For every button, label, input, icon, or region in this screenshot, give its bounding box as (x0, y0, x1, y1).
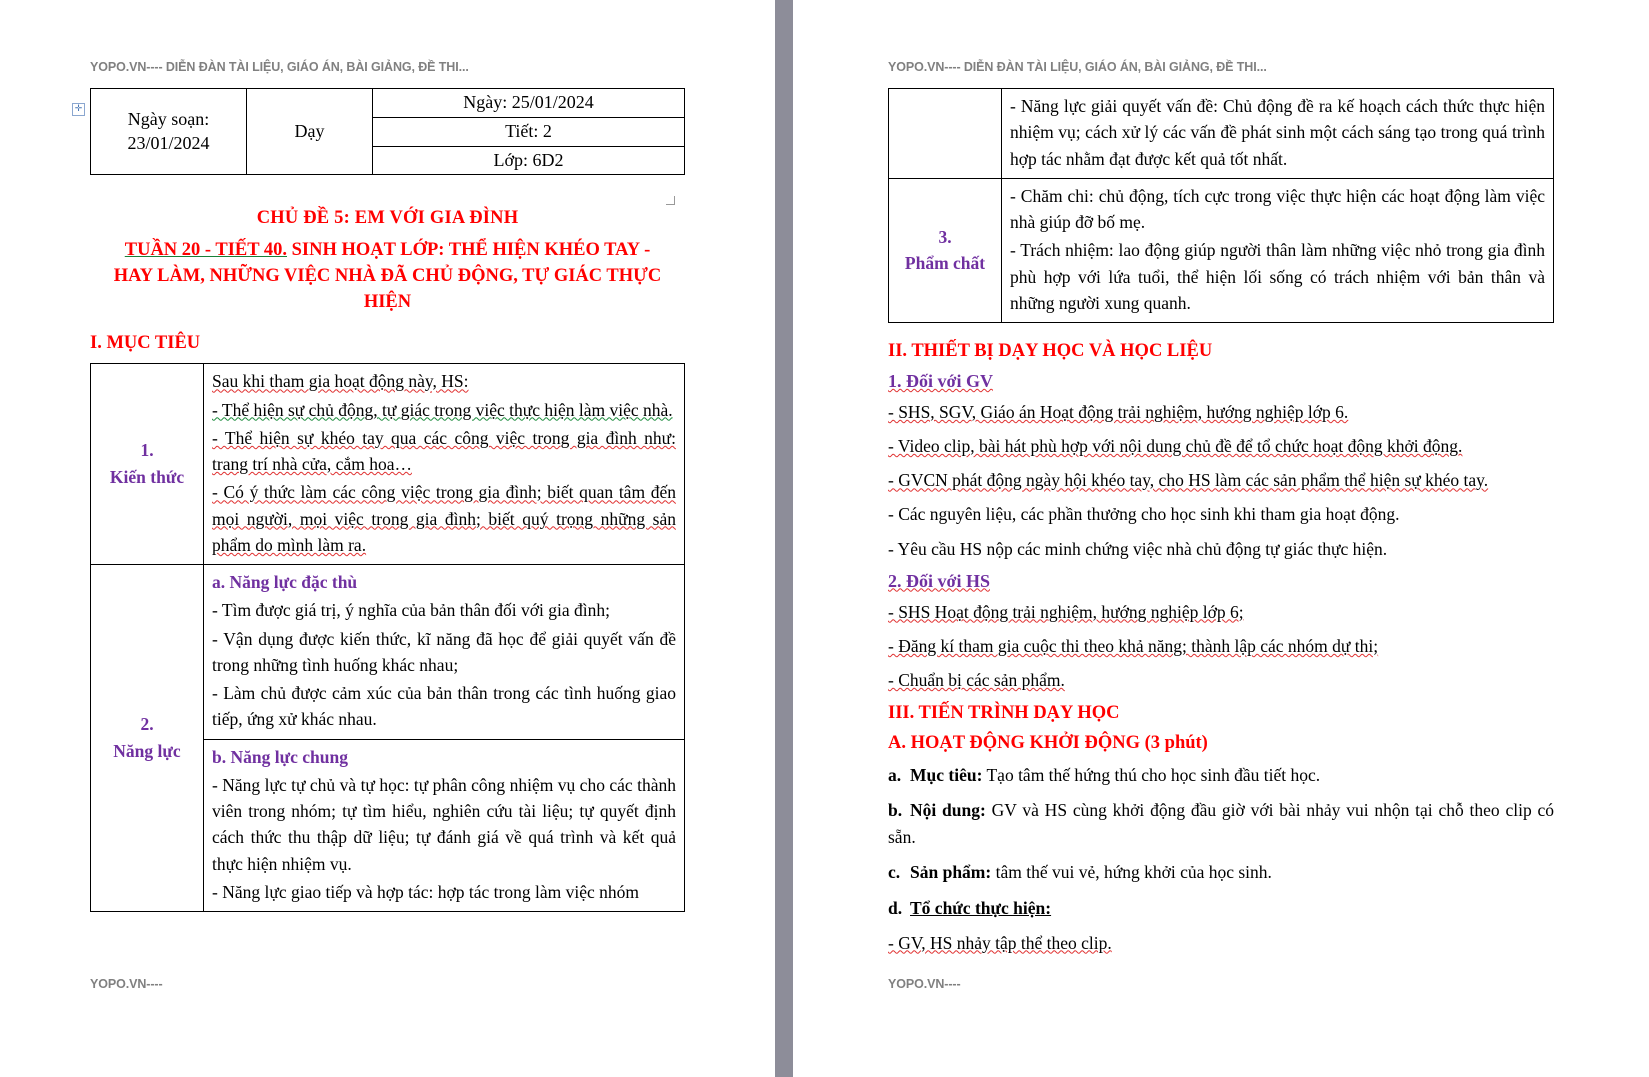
abc-lead-c: Sản phẩm: (910, 862, 992, 883)
subsection-heading-doi-voi-gv: 1. Đối với GV (888, 371, 993, 391)
abc-lead-a: Mục tiêu: (910, 765, 983, 785)
abc-marker-c: c. (888, 862, 901, 883)
cell-ngay-soan: Ngày soạn: 23/01/2024 (90, 87, 247, 176)
section-heading-ii: II. THIẾT BỊ DẠY HỌC VÀ HỌC LIỆU (888, 341, 1213, 361)
table-move-handle-icon[interactable] (72, 103, 85, 116)
abc-text-b: GV và HS cùng khởi động đầu giờ với bài … (888, 800, 1554, 848)
document-viewport: YOPO.VN---- DIỄN ĐÀN TÀI LIỆU, GIÁO ÁN, … (0, 0, 1649, 1077)
abc-marker-a: a. (888, 765, 902, 785)
nang-luc-a-item-0: - Tìm được giá trị, ý nghĩa của bản thân… (212, 600, 611, 621)
cell-row1-label: 1. Kiến thức (90, 363, 204, 566)
section-heading-i: I. MỤC TIÊU (90, 333, 201, 354)
table-row: - Năng lực giải quyết vấn đề: Chủ động đ… (888, 88, 1554, 179)
gv-item-2: - GVCN phát động ngày hội khéo tay, cho … (888, 470, 1489, 491)
final-line: - GV, HS nhảy tập thể theo clip. (888, 932, 1112, 953)
nang-luc-b-item-1: - Năng lực giao tiếp và hợp tác: hợp tác… (212, 881, 639, 902)
abc-marker-b: b. (888, 800, 903, 821)
ngay-soan-label: Ngày soạn: (127, 108, 210, 129)
abc-lead-b: Nội dung: (910, 800, 986, 821)
nang-luc-b-item-0: - Năng lực tự chủ và tự học: tự phân côn… (212, 774, 676, 874)
abc-text-c: tâm thế vui vẻ, hứng khởi của học sinh. (991, 862, 1272, 883)
table-row: 3. Phẩm chất - Chăm chi: chủ động, tích … (888, 177, 1554, 324)
phamchat-item-1: - Trách nhiệm: lao động giúp người thân … (1010, 240, 1545, 313)
document-page-right: YOPO.VN---- DIỄN ĐÀN TÀI LIỆU, GIÁO ÁN, … (793, 0, 1649, 1077)
table-row: 2. Năng lực a. Năng lực đặc thù - Tìm đư… (90, 564, 685, 913)
lesson-subtitle-line1: TUẦN 20 - TIẾT 40. SINH HOẠT LỚP: THỂ HI… (90, 237, 685, 263)
page-header-watermark: YOPO.VN---- DIỄN ĐÀN TÀI LIỆU, GIÁO ÁN, … (888, 60, 1267, 74)
cell-nang-luc-chung: b. Năng lực chung - Năng lực tự chủ và t… (203, 738, 685, 913)
abc-text-a: Tạo tâm thế hứng thú cho học sinh đầu ti… (982, 765, 1321, 785)
cell-ngay-day: Ngày: 25/01/2024 (372, 88, 685, 118)
row2-number: 2. (140, 713, 154, 734)
lesson-subtitle-rest: SINH HOẠT LỚP: THỂ HIỆN KHÉO TAY - (287, 239, 651, 260)
row1-label: Kiến thức (109, 467, 185, 488)
objectives-table: 1. Kiến thức Sau khi tham gia hoạt động … (90, 363, 685, 913)
gv-item-3: - Các nguyên liệu, các phần thưởng cho h… (888, 504, 1400, 525)
phamchat-number: 3. (938, 227, 952, 248)
subsection-heading-doi-voi-hs: 2. Đối với HS (888, 570, 990, 591)
table-row: Ngày soạn: 23/01/2024 Dạy Ngày: 25/01/20… (90, 87, 685, 176)
kien-thuc-line-3: - Có ý thức làm các công việc trong gia … (212, 482, 676, 555)
gv-item-1: - Video clip, bài hát phù hợp với nội du… (888, 436, 1463, 457)
lesson-subtitle-line2: HAY LÀM, NHỮNG VIỆC NHÀ ĐÃ CHỦ ĐỘNG, TỰ … (113, 265, 662, 313)
abc-lead-d: Tổ chức thực hiện: (910, 897, 1052, 918)
cell-nang-luc-dac-thu: a. Năng lực đặc thù - Tìm được giá trị, … (203, 564, 685, 740)
page-footer-watermark: YOPO.VN---- (888, 977, 961, 991)
lesson-title-block: CHỦ ĐỀ 5: EM VỚI GIA ĐÌNH TUẦN 20 - TIẾT… (90, 205, 685, 315)
hs-item-1: - Đăng kí tham gia cuộc thi theo khả năn… (888, 635, 1379, 656)
page-footer-watermark: YOPO.VN---- (90, 977, 163, 991)
table-resize-handle-icon[interactable] (666, 196, 675, 205)
cell-day-label: Dạy (246, 87, 373, 176)
lesson-info-table: Ngày soạn: 23/01/2024 Dạy Ngày: 25/01/20… (90, 87, 685, 176)
nang-luc-giai-quyet-van-de: - Năng lực giải quyết vấn đề: Chủ động đ… (1010, 96, 1545, 169)
nang-luc-a-item-2: - Làm chủ được cảm xúc của bản thân tron… (212, 683, 676, 730)
cell-row2-label: 2. Năng lực (90, 564, 204, 913)
sub-heading-a: a. Năng lực đặc thù (212, 572, 358, 593)
kien-thuc-line-2: - Thể hiện sự khéo tay qua các công việc… (212, 427, 676, 475)
phamchat-item-0: - Chăm chi: chủ động, tích cực trong việ… (1010, 185, 1545, 232)
row1-number: 1. (140, 440, 154, 461)
lesson-week-tiet: TUẦN 20 - TIẾT 40. (124, 239, 288, 260)
gv-item-4: - Yêu cầu HS nộp các minh chứng việc nhà… (888, 538, 1388, 559)
sub-heading-b: b. Năng lực chung (212, 746, 348, 767)
phamchat-label: Phẩm chất (904, 253, 986, 274)
document-page-left: YOPO.VN---- DIỄN ĐÀN TÀI LIỆU, GIÁO ÁN, … (0, 0, 775, 1077)
gv-item-0: - SHS, SGV, Giáo án Hoạt động trải nghiệ… (888, 402, 1349, 422)
abc-item-d: d. Tổ chức thực hiện: (888, 895, 1554, 922)
abc-item-a: a. Mục tiêu: Tạo tâm thế hứng thú cho học… (888, 762, 1554, 789)
nang-luc-a-item-1: - Vận dụng được kiến thức, kĩ năng đã họ… (212, 628, 676, 675)
row2-label: Năng lực (113, 741, 181, 762)
ngay-soan-value: 23/01/2024 (127, 132, 210, 153)
cell-lop: Lớp: 6D2 (372, 145, 685, 176)
section-heading-iii: III. TIẾN TRÌNH DẠY HỌC (888, 703, 1120, 723)
abc-item-b: b. Nội dung: GV và HS cùng khởi động đầu … (888, 797, 1554, 851)
hs-item-0: - SHS Hoạt động trải nghiệm, hướng nghiệ… (888, 601, 1244, 622)
cell-phamchat-content: - Chăm chi: chủ động, tích cực trong việ… (1001, 177, 1554, 324)
cell-tiet: Tiết: 2 (372, 116, 685, 147)
phamchat-table: - Năng lực giải quyết vấn đề: Chủ động đ… (888, 88, 1554, 324)
section-heading-a: A. HOẠT ĐỘNG KHỞI ĐỘNG (3 phút) (888, 733, 1208, 753)
cell-continued-content: - Năng lực giải quyết vấn đề: Chủ động đ… (1001, 88, 1554, 179)
hs-item-2: - Chuẩn bị các sản phẩm. (888, 669, 1065, 690)
kien-thuc-line-0: Sau khi tham gia hoạt động này, HS: (212, 371, 469, 392)
cell-continued-label (888, 88, 1002, 179)
kien-thuc-line-1: - Thể hiện sự chủ động, tự giác trong vi… (212, 399, 673, 420)
cell-row1-content: Sau khi tham gia hoạt động này, HS: - Th… (203, 363, 685, 566)
table-row: 1. Kiến thức Sau khi tham gia hoạt động … (90, 363, 685, 566)
page-title: CHỦ ĐỀ 5: EM VỚI GIA ĐÌNH (256, 208, 519, 229)
abc-marker-d: d. (888, 897, 903, 918)
page-header-watermark: YOPO.VN---- DIỄN ĐÀN TÀI LIỆU, GIÁO ÁN, … (90, 60, 469, 74)
abc-item-c: c. Sản phẩm: tâm thế vui vẻ, hứng khởi củ… (888, 859, 1554, 886)
cell-phamchat-label: 3. Phẩm chất (888, 177, 1002, 324)
